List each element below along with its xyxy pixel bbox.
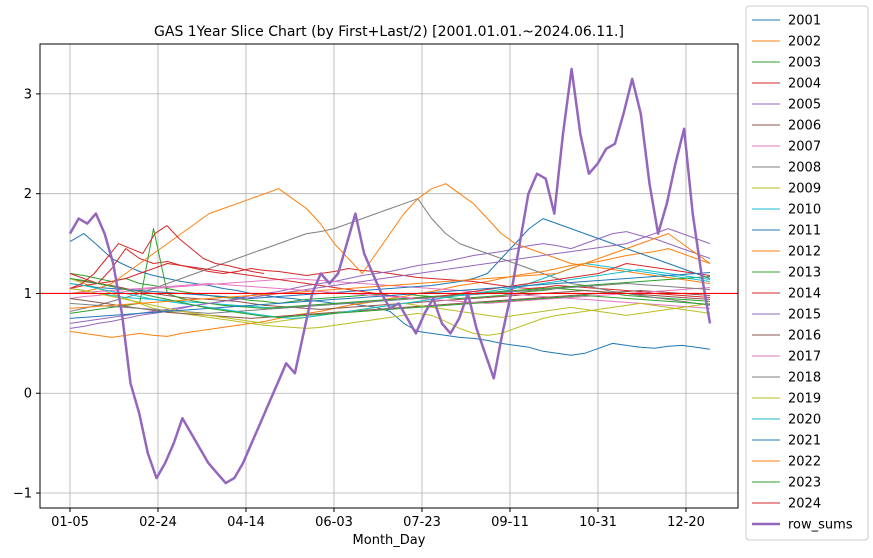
series-line-row_sums xyxy=(68,67,712,485)
legend-label: 2003 xyxy=(788,56,821,71)
x-tick-label: 09-11 xyxy=(491,515,529,530)
y-tick-label: 2 xyxy=(24,187,32,202)
legend-label: 2017 xyxy=(788,350,821,365)
chart-title: GAS 1Year Slice Chart (by First+Last/2) … xyxy=(154,24,624,40)
y-tick-label: −1 xyxy=(13,487,32,502)
legend-label: row_sums xyxy=(788,518,853,533)
legend-label: 2015 xyxy=(788,308,821,323)
x-tick-label: 02-24 xyxy=(139,515,177,530)
legend-label: 2012 xyxy=(788,245,821,260)
legend-label: 2016 xyxy=(788,329,821,344)
series-layer xyxy=(68,67,712,485)
legend-label: 2021 xyxy=(788,434,821,449)
x-tick-label: 12-20 xyxy=(667,515,705,530)
legend-label: 2009 xyxy=(788,182,821,197)
legend-label: 2018 xyxy=(788,371,821,386)
y-tick-label: 0 xyxy=(24,387,32,402)
legend-label: 2024 xyxy=(788,497,821,512)
legend-label: 2011 xyxy=(788,224,821,239)
y-tick-label: 1 xyxy=(24,287,32,302)
x-tick-label: 07-23 xyxy=(403,515,441,530)
x-tick-label: 06-03 xyxy=(315,515,353,530)
legend-label: 2010 xyxy=(788,203,821,218)
legend: 2001 2002 2003 2004 2005 2006 2007 2008 2009 2010… xyxy=(745,5,869,541)
legend-label: 2013 xyxy=(788,266,821,281)
x-tick-label: 10-31 xyxy=(579,515,617,530)
legend-label: 2004 xyxy=(788,77,821,92)
legend-label: 2001 xyxy=(788,14,821,29)
line-chart: GAS 1Year Slice Chart (by First+Last/2) … xyxy=(13,5,869,548)
y-tick-label: 3 xyxy=(24,87,32,102)
x-tick-label: 04-14 xyxy=(227,515,265,530)
x-axis-label: Month_Day xyxy=(353,533,426,548)
legend-label: 2023 xyxy=(788,476,821,491)
legend-label: 2005 xyxy=(788,98,821,113)
legend-label: 2008 xyxy=(788,161,821,176)
legend-label: 2022 xyxy=(788,455,821,470)
legend-label: 2002 xyxy=(788,35,821,50)
legend-label: 2020 xyxy=(788,413,821,428)
legend-label: 2007 xyxy=(788,140,821,155)
legend-label: 2019 xyxy=(788,392,821,407)
legend-label: 2014 xyxy=(788,287,821,302)
legend-label: 2006 xyxy=(788,119,821,134)
x-tick-label: 01-05 xyxy=(51,515,89,530)
